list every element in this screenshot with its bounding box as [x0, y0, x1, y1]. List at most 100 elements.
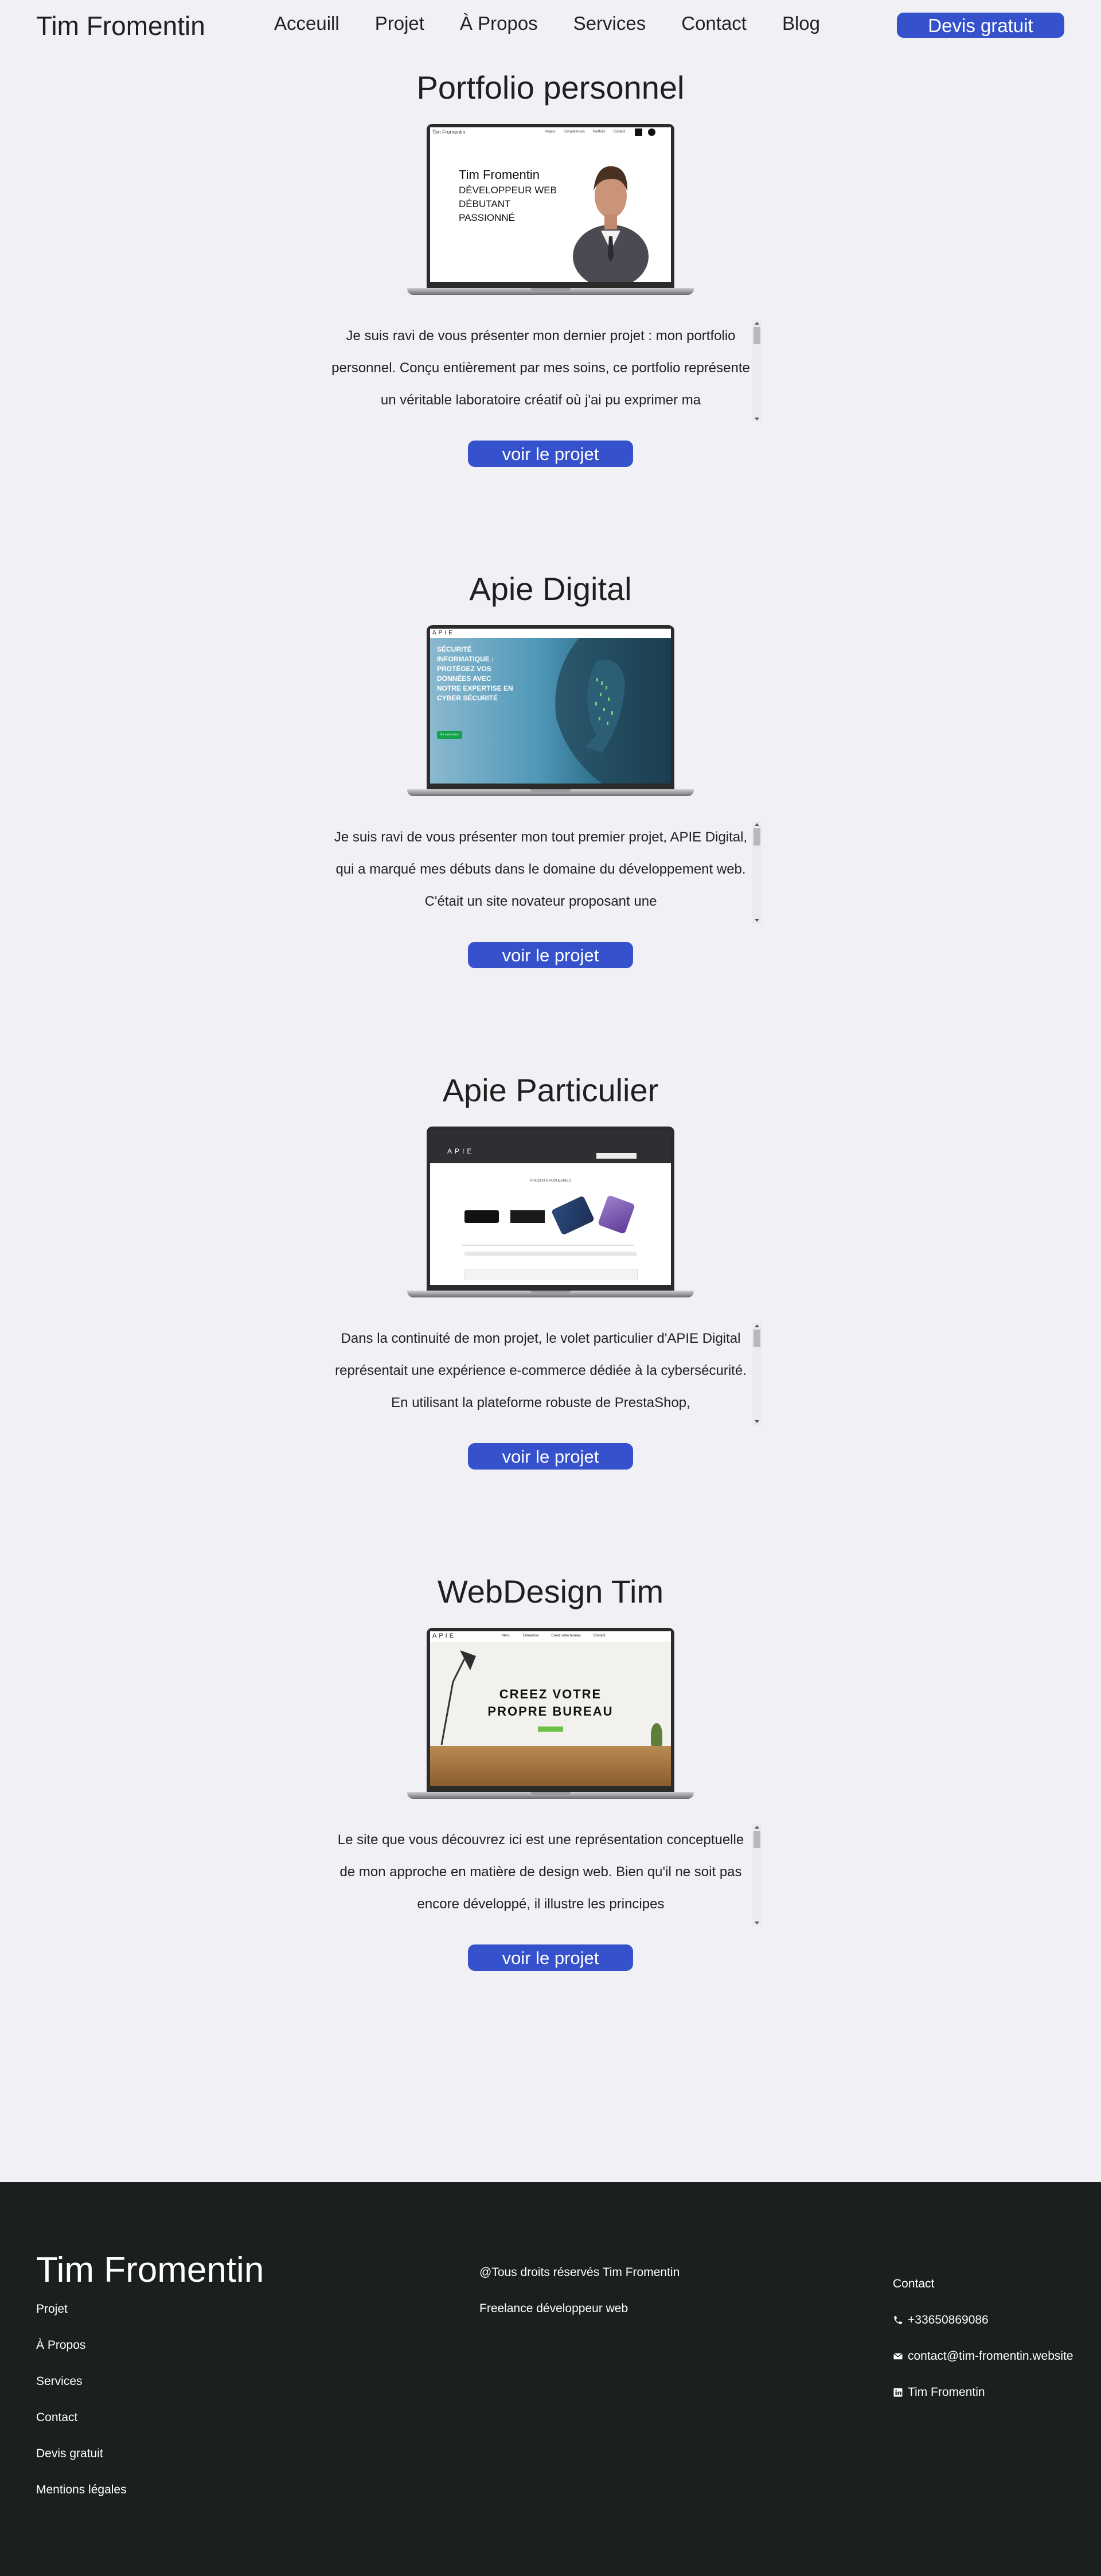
project-screenshot: APIE PRODUITS POPULAIRES — [430, 1130, 671, 1285]
scroll-down-icon[interactable] — [755, 1922, 759, 1924]
mock-menu-item: Créez votre bureau — [551, 1634, 581, 1638]
project-apie-particulier: Apie Particulier APIE PRODUITS POPULAIRE… — [0, 1070, 1101, 1564]
project-apie-digital: Apie Digital APIE SÉCURITÉ INFORMATIQUE … — [0, 569, 1101, 1062]
nav-item-a-propos[interactable]: À Propos — [460, 13, 538, 38]
mock-hero-line: DÉBUTANT — [459, 198, 511, 209]
description-scrollbar[interactable] — [752, 320, 762, 422]
nav-item-services[interactable]: Services — [573, 13, 646, 38]
footer-link-devis-gratuit[interactable]: Devis gratuit — [36, 2447, 127, 2483]
devis-gratuit-button[interactable]: Devis gratuit — [897, 13, 1064, 38]
mock-menu-item: Projets — [545, 130, 556, 134]
scroll-thumb[interactable] — [753, 1831, 760, 1848]
footer-link-contact[interactable]: Contact — [36, 2411, 127, 2447]
mock-section-title: PRODUITS POPULAIRES — [530, 1179, 571, 1183]
scroll-up-icon[interactable] — [755, 322, 759, 325]
laptop-mockup: Tim Fromentin Projets Compétences Portfo… — [407, 124, 694, 299]
mock-hero-line: DÉVELOPPEUR WEB — [459, 185, 557, 196]
project-description: Je suis ravi de vous présenter mon derni… — [331, 328, 750, 408]
laptop-notch — [530, 1291, 571, 1293]
project-title: WebDesign Tim — [437, 1573, 664, 1609]
footer-brand[interactable]: Tim Fromentin — [36, 2250, 264, 2290]
project-screenshot: APIE Menu Entreprise Créez votre bureau … — [430, 1631, 671, 1786]
footer-copyright: @Tous droits réservés Tim Fromentin — [479, 2266, 680, 2279]
product-image — [510, 1210, 545, 1223]
footer-contact: Contact +33650869086 contact@tim-froment… — [893, 2266, 1073, 2410]
laptop-screen: APIE PRODUITS POPULAIRES — [427, 1127, 674, 1292]
footer-contact-title: Contact — [893, 2266, 1073, 2302]
footer-linkedin[interactable]: Tim Fromentin — [893, 2374, 1073, 2410]
nav-item-projet[interactable]: Projet — [375, 13, 424, 38]
mock-hero-line: SÉCURITÉ — [437, 645, 472, 653]
scroll-thumb[interactable] — [753, 327, 760, 344]
site-header: Tim Fromentin Acceuill Projet À Propos S… — [0, 0, 1101, 50]
scroll-up-icon[interactable] — [755, 1826, 759, 1829]
mock-menu-item: Entreprise — [523, 1634, 539, 1638]
description-scrollbar[interactable] — [752, 821, 762, 923]
mock-hero-line: CREEZ VOTRE — [499, 1687, 602, 1701]
footer-tagline: Freelance développeur web — [479, 2302, 628, 2315]
mock-product-row — [464, 1269, 638, 1280]
site-brand[interactable]: Tim Fromentin — [36, 10, 205, 41]
voir-le-projet-button[interactable]: voir le projet — [468, 1443, 633, 1470]
laptop-mockup: APIE Menu Entreprise Créez votre bureau … — [407, 1628, 694, 1803]
scroll-down-icon[interactable] — [755, 1420, 759, 1423]
mock-menu-item: Portfolio — [592, 130, 606, 134]
mock-hero-tagline: DÉVELOPPEUR WEB DÉBUTANT PASSIONNÉ — [459, 184, 557, 225]
laptop-notch — [530, 1792, 571, 1795]
mock-logo: APIE — [432, 630, 455, 636]
voir-le-projet-button[interactable]: voir le projet — [468, 942, 633, 968]
laptop-screen: APIE SÉCURITÉ INFORMATIQUE : PROTÉGEZ VO… — [427, 625, 674, 790]
project-description: Je suis ravi de vous présenter mon tout … — [334, 829, 748, 909]
nav-item-contact[interactable]: Contact — [681, 13, 747, 38]
project-webdesign-tim: WebDesign Tim APIE Menu Entreprise Créez… — [0, 1572, 1101, 2065]
footer-email[interactable]: contact@tim-fromentin.website — [893, 2338, 1073, 2374]
nav-item-accueil[interactable]: Acceuill — [274, 13, 339, 38]
footer-link-mentions-legales[interactable]: Mentions légales — [36, 2483, 127, 2519]
mock-hero-button: En savoir plus — [437, 731, 462, 739]
footer-link-services[interactable]: Services — [36, 2375, 127, 2411]
voir-le-projet-button[interactable]: voir le projet — [468, 1944, 633, 1971]
project-title: Apie Digital — [469, 571, 632, 607]
scroll-up-icon[interactable] — [755, 823, 759, 826]
mock-search — [596, 1153, 637, 1159]
scroll-thumb[interactable] — [753, 828, 760, 845]
mock-hero-line: DONNÉES AVEC — [437, 675, 491, 683]
project-description-box[interactable]: Dans la continuité de mon projet, le vol… — [331, 1323, 762, 1426]
mock-menu-item: Compétences — [563, 130, 585, 134]
scroll-thumb[interactable] — [753, 1330, 760, 1347]
scroll-up-icon[interactable] — [755, 1324, 759, 1327]
project-description-box[interactable]: Je suis ravi de vous présenter mon derni… — [331, 320, 762, 423]
project-description-box[interactable]: Le site que vous découvrez ici est une r… — [331, 1824, 762, 1927]
project-portfolio-personnel: Portfolio personnel Tim Fromentin Projet… — [0, 68, 1101, 561]
voir-le-projet-button[interactable]: voir le projet — [468, 441, 633, 467]
hero-face-image — [555, 638, 671, 784]
laptop-mockup: APIE PRODUITS POPULAIRES — [407, 1127, 694, 1302]
project-description: Dans la continuité de mon projet, le vol… — [335, 1331, 747, 1410]
description-scrollbar[interactable] — [752, 1323, 762, 1425]
project-title: Apie Particulier — [442, 1072, 659, 1108]
linkedin-icon — [635, 128, 642, 136]
mock-logo: APIE — [432, 1632, 456, 1639]
linkedin-icon — [893, 2388, 903, 2396]
mock-hero-line: INFORMATIQUE : — [437, 655, 494, 663]
project-screenshot: APIE SÉCURITÉ INFORMATIQUE : PROTÉGEZ VO… — [430, 629, 671, 784]
footer-phone[interactable]: +33650869086 — [893, 2302, 1073, 2338]
project-description-box[interactable]: Je suis ravi de vous présenter mon tout … — [331, 821, 762, 925]
nav-item-blog[interactable]: Blog — [782, 13, 820, 38]
mock-hero-line: CYBER SÉCURITÉ — [437, 694, 498, 702]
github-icon — [648, 128, 655, 136]
footer-link-projet[interactable]: Projet — [36, 2302, 127, 2339]
laptop-screen: Tim Fromentin Projets Compétences Portfo… — [427, 124, 674, 289]
footer-links: Projet À Propos Services Contact Devis g… — [36, 2302, 127, 2519]
scroll-down-icon[interactable] — [755, 919, 759, 922]
mock-hero-text: SÉCURITÉ INFORMATIQUE : PROTÉGEZ VOS DON… — [437, 645, 513, 703]
contact-title: Contact — [893, 2277, 935, 2290]
project-title: Portfolio personnel — [416, 69, 685, 106]
footer-link-a-propos[interactable]: À Propos — [36, 2339, 127, 2375]
laptop-notch — [530, 288, 571, 291]
description-scrollbar[interactable] — [752, 1824, 762, 1926]
project-description: Le site que vous découvrez ici est une r… — [337, 1832, 744, 1912]
scroll-down-icon[interactable] — [755, 418, 759, 420]
laptop-screen: APIE Menu Entreprise Créez votre bureau … — [427, 1628, 674, 1793]
mock-hero-title: CREEZ VOTRE PROPRE BUREAU — [430, 1686, 671, 1720]
